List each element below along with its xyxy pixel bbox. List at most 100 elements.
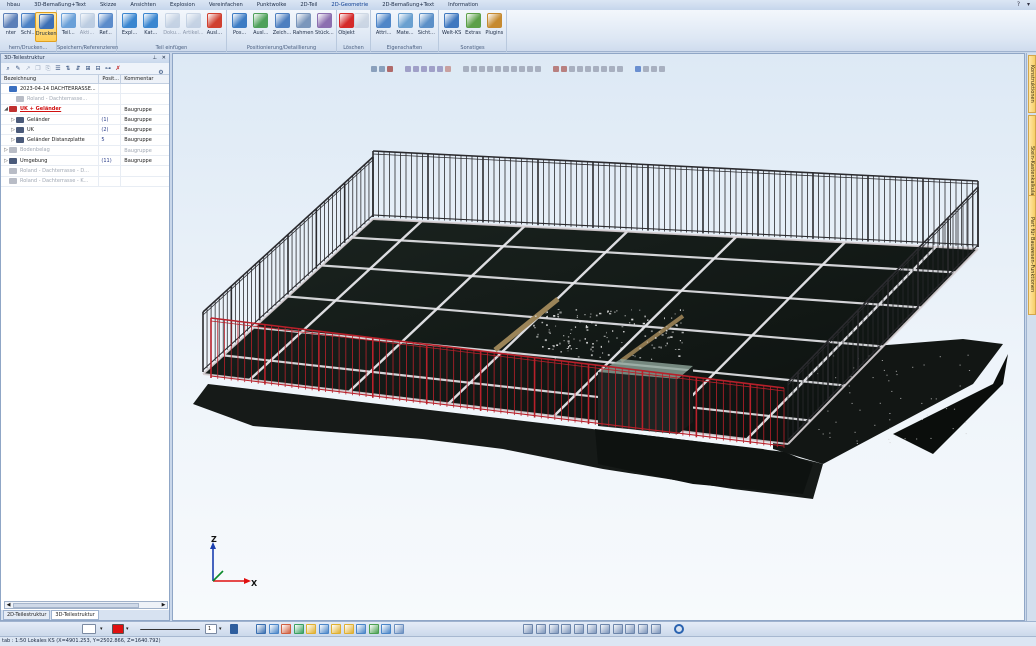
ribbon-button-3-3[interactable]: Rahmen xyxy=(292,12,314,42)
snap-tool-icon[interactable] xyxy=(343,624,354,634)
snap-tool-icon[interactable] xyxy=(281,624,291,634)
menu-tab-8[interactable]: 2D-Geometrie xyxy=(324,2,375,8)
view-mode-icon[interactable] xyxy=(651,624,661,634)
scrollbar-thumb[interactable] xyxy=(13,603,139,608)
tree-row[interactable]: ▷ Umgebung (11) Baugruppe xyxy=(1,156,169,167)
view-mode-icon[interactable] xyxy=(548,624,559,634)
help-icon[interactable]: ? xyxy=(1015,1,1022,8)
tree-row[interactable]: ◢ UK + Geländer Baugruppe xyxy=(1,104,169,115)
tree-row[interactable]: ▷ Geländer (1) Baugruppe xyxy=(1,114,169,126)
ribbon-button-2-1[interactable]: Kat... xyxy=(140,12,162,42)
tree-row[interactable]: Roland - Dachterrasse... xyxy=(1,94,169,105)
view-mode-icon[interactable] xyxy=(638,624,649,634)
tree-row[interactable]: ▷ Geländer Distanzplatte 5 Baugruppe xyxy=(1,135,169,146)
paste-icon[interactable]: ⎘ xyxy=(44,65,52,73)
tree-icon[interactable]: ⊶ xyxy=(104,65,112,73)
scroll-right-icon[interactable]: ▶ xyxy=(160,602,167,608)
ribbon-button-5-1[interactable]: Mate... xyxy=(394,12,416,42)
linetype-selector[interactable] xyxy=(82,624,96,634)
ribbon-button-5-0[interactable]: Attri... xyxy=(373,12,395,42)
arrow-icon[interactable]: ↗ xyxy=(24,65,32,73)
menu-tab-0[interactable]: hbau xyxy=(0,2,27,8)
copy-icon[interactable]: ❐ xyxy=(34,65,42,73)
menu-tab-4[interactable]: Explosion xyxy=(163,2,202,8)
ribbon-button-6-1[interactable]: Extras xyxy=(462,12,484,42)
ribbon-button-5-2[interactable]: Sicht... xyxy=(415,12,437,42)
menu-tab-6[interactable]: Punktwolke xyxy=(250,2,294,8)
tree-row[interactable]: ▷ Bodenbelag Baugruppe xyxy=(1,145,169,157)
menu-tab-10[interactable]: Information xyxy=(441,2,485,8)
view-mode-icon[interactable] xyxy=(599,624,610,634)
color-dropdown-icon[interactable]: ▾ xyxy=(126,624,133,634)
collapse-all-icon[interactable]: ⊟ xyxy=(94,65,102,73)
scale-dropdown-icon[interactable]: ▾ xyxy=(219,624,226,634)
view-mode-icon[interactable] xyxy=(535,624,546,634)
refresh-icon[interactable] xyxy=(674,624,684,634)
view-mode-icon[interactable] xyxy=(587,624,597,634)
snap-tool-icon[interactable] xyxy=(381,624,391,634)
pen-icon[interactable]: ✎ xyxy=(14,65,22,73)
ribbon-button-3-0[interactable]: Pos... xyxy=(229,12,251,42)
ribbon-button-2-2[interactable]: Doku... xyxy=(161,12,183,42)
gear-icon[interactable]: ⚙ xyxy=(157,68,165,76)
horizontal-scrollbar[interactable]: ◀ ▶ xyxy=(4,601,168,609)
panel-tab-0[interactable]: 2D-Teilestruktur xyxy=(3,610,51,620)
sort-up-icon[interactable]: ⇅ xyxy=(64,65,72,73)
sort-down-icon[interactable]: ⇵ xyxy=(74,65,82,73)
snap-tool-icon[interactable] xyxy=(306,624,316,634)
close-icon[interactable]: ✕ xyxy=(162,54,166,63)
3d-viewport[interactable]: Z X xyxy=(172,53,1025,621)
view-mode-icon[interactable] xyxy=(523,624,533,634)
view-mode-icon[interactable] xyxy=(574,624,585,634)
list-icon[interactable]: ☰ xyxy=(54,65,62,73)
tree-row[interactable]: Roland - Dachterrasse - D... xyxy=(1,166,169,177)
tree-row[interactable]: Roland - Dachterrasse - K... xyxy=(1,176,169,187)
menu-tab-3[interactable]: Ansichten xyxy=(123,2,163,8)
column-header-position[interactable]: Posit... xyxy=(99,75,122,83)
hide-icon[interactable]: ✗ xyxy=(114,65,122,73)
ribbon-button-0-2[interactable]: Drucken xyxy=(35,12,58,42)
panel-tab-1[interactable]: 3D-Teilestruktur xyxy=(51,610,99,620)
ribbon-button-3-4[interactable]: Stück... xyxy=(313,12,335,42)
color-selector[interactable] xyxy=(112,624,124,634)
scroll-left-icon[interactable]: ◀ xyxy=(5,602,12,608)
snap-tool-icon[interactable] xyxy=(331,624,341,634)
tree-row[interactable]: ▷ UK (2) Baugruppe xyxy=(1,125,169,136)
view-mode-icon[interactable] xyxy=(612,624,623,634)
menu-tab-2[interactable]: Skizze xyxy=(93,2,123,8)
snap-tool-icon[interactable] xyxy=(268,624,279,634)
pin-icon[interactable]: ⊥ xyxy=(152,54,157,63)
view-mode-icon[interactable] xyxy=(561,624,572,634)
snap-tool-icon[interactable] xyxy=(318,624,329,634)
ribbon-button-3-1[interactable]: Ausl... xyxy=(250,12,272,42)
expand-all-icon[interactable]: ⊞ xyxy=(84,65,92,73)
dock-tab-construction-functions[interactable]: Part für Bauwesen-Funktionen xyxy=(1028,195,1036,315)
ribbon-button-4-1[interactable] xyxy=(351,12,373,42)
filter-icon[interactable]: ⌕ xyxy=(4,65,12,73)
column-header-comment[interactable]: Kommentar xyxy=(121,75,169,83)
ribbon-button-2-4[interactable]: Ausl... xyxy=(203,12,225,42)
brush-icon[interactable] xyxy=(230,624,238,634)
snap-tool-icon[interactable] xyxy=(368,624,379,634)
snap-tool-icon[interactable] xyxy=(393,624,404,634)
minimize-icon[interactable]: ▾ xyxy=(1025,1,1032,8)
3d-scene[interactable]: Z X xyxy=(173,54,1025,621)
menu-tab-7[interactable]: 2D-Teil xyxy=(293,2,324,8)
scale-input[interactable]: 1 xyxy=(205,624,217,634)
ribbon-button-6-0[interactable]: Welt-KS xyxy=(441,12,463,42)
menu-tab-5[interactable]: Vereinfachen xyxy=(202,2,250,8)
linewidth-selector[interactable] xyxy=(140,624,200,630)
snap-tool-icon[interactable] xyxy=(256,624,266,634)
menu-tab-1[interactable]: 3D-Bemaßung+Text xyxy=(27,2,93,8)
ribbon-button-1-2[interactable]: Ref... xyxy=(95,12,117,42)
ribbon-button-6-2[interactable]: Plugins xyxy=(483,12,505,42)
column-header-name[interactable]: Bezeichnung xyxy=(1,75,100,83)
dock-tab-constructions[interactable]: Konstruktionen xyxy=(1028,55,1036,113)
snap-tool-icon[interactable] xyxy=(356,624,366,634)
menu-tab-9[interactable]: 2D-Bemaßung+Text xyxy=(375,2,441,8)
ribbon-button-3-2[interactable]: Zeich... xyxy=(271,12,293,42)
dropdown-icon[interactable]: ▾ xyxy=(100,624,107,634)
tree-row[interactable]: 2023-04-14 DACHTERRASSE... xyxy=(1,84,169,95)
ribbon-button-2-0[interactable]: Expl... xyxy=(119,12,141,42)
view-mode-icon[interactable] xyxy=(625,624,636,634)
